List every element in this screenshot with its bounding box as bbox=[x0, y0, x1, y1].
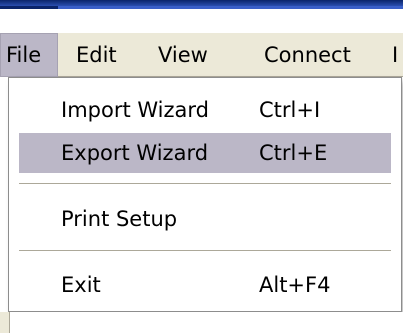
menu-next-truncated[interactable]: I bbox=[392, 33, 403, 77]
menu-item-shortcut: Alt+F4 bbox=[259, 273, 331, 297]
file-dropdown-menu: Import Wizard Ctrl+I Export Wizard Ctrl+… bbox=[8, 77, 402, 312]
menu-item-label: Export Wizard bbox=[61, 141, 209, 165]
menu-item-shortcut: Ctrl+E bbox=[259, 141, 328, 165]
menu-item-shortcut: Ctrl+I bbox=[259, 98, 321, 122]
window-bottom-area bbox=[0, 312, 403, 333]
menu-view[interactable]: View bbox=[148, 33, 232, 77]
menu-item-label: Import Wizard bbox=[61, 98, 209, 122]
menu-connect[interactable]: Connect bbox=[252, 33, 378, 77]
menu-separator bbox=[19, 250, 391, 252]
menu-item-export-wizard[interactable]: Export Wizard Ctrl+E bbox=[19, 133, 391, 173]
menu-item-label: Print Setup bbox=[61, 207, 178, 231]
window-left-edge bbox=[0, 312, 10, 333]
menu-item-exit[interactable]: Exit Alt+F4 bbox=[19, 265, 391, 305]
window-title-bar bbox=[0, 0, 403, 33]
menu-separator bbox=[19, 183, 391, 185]
menu-item-label: Exit bbox=[61, 273, 101, 297]
menu-file[interactable]: File bbox=[0, 33, 58, 77]
menu-item-print-setup[interactable]: Print Setup bbox=[19, 199, 391, 239]
menu-item-import-wizard[interactable]: Import Wizard Ctrl+I bbox=[19, 90, 391, 130]
menu-edit[interactable]: Edit bbox=[68, 33, 140, 77]
window-top-edge bbox=[0, 9, 403, 33]
menubar: File Edit View Connect I bbox=[0, 33, 403, 77]
